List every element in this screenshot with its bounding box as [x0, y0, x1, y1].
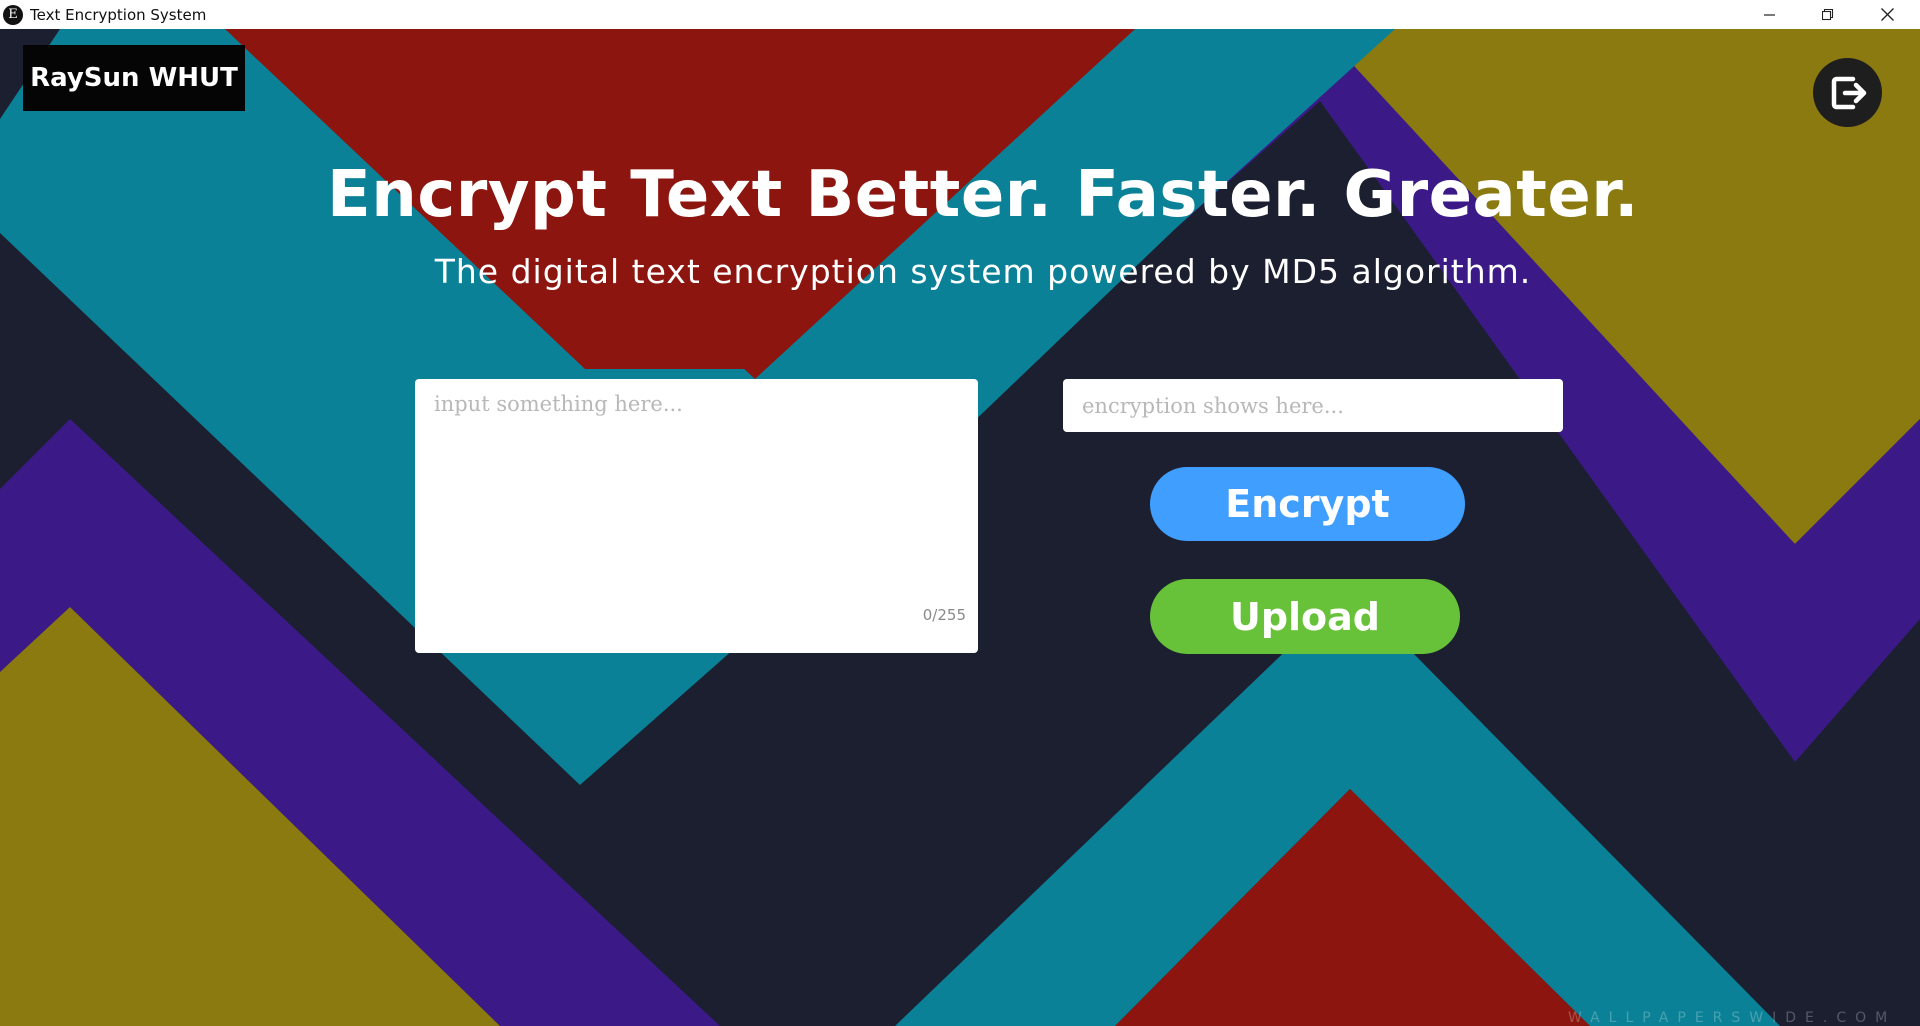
- close-icon: [1880, 8, 1894, 21]
- app-window: E Text Encryption System RaySun WHUT Enc…: [0, 0, 1920, 1026]
- restore-icon: [1822, 8, 1834, 20]
- hero-title: Encrypt Text Better. Faster. Greater.: [327, 158, 1639, 232]
- logout-icon: [1831, 76, 1866, 109]
- window-title: Text Encryption System: [30, 5, 207, 24]
- maximize-button[interactable]: [1799, 0, 1857, 29]
- encrypt-button[interactable]: Encrypt: [1150, 467, 1465, 541]
- minimize-icon: [1764, 13, 1775, 16]
- logout-button[interactable]: [1813, 58, 1882, 127]
- wallpaper-watermark: WALLPAPERSWIDE.COM: [1568, 1010, 1897, 1026]
- plaintext-input-box: 0/255: [415, 379, 978, 653]
- minimize-button[interactable]: [1741, 0, 1799, 29]
- upload-button[interactable]: Upload: [1150, 579, 1460, 654]
- plaintext-textarea[interactable]: [415, 379, 978, 653]
- encryption-output-field[interactable]: [1063, 379, 1563, 432]
- hero-subtitle: The digital text encryption system power…: [434, 252, 1532, 291]
- close-button[interactable]: [1858, 0, 1916, 29]
- title-bar: E Text Encryption System: [0, 0, 1920, 29]
- app-icon: E: [3, 4, 23, 25]
- character-counter: 0/255: [922, 606, 966, 624]
- brand-logo: RaySun WHUT: [23, 45, 245, 111]
